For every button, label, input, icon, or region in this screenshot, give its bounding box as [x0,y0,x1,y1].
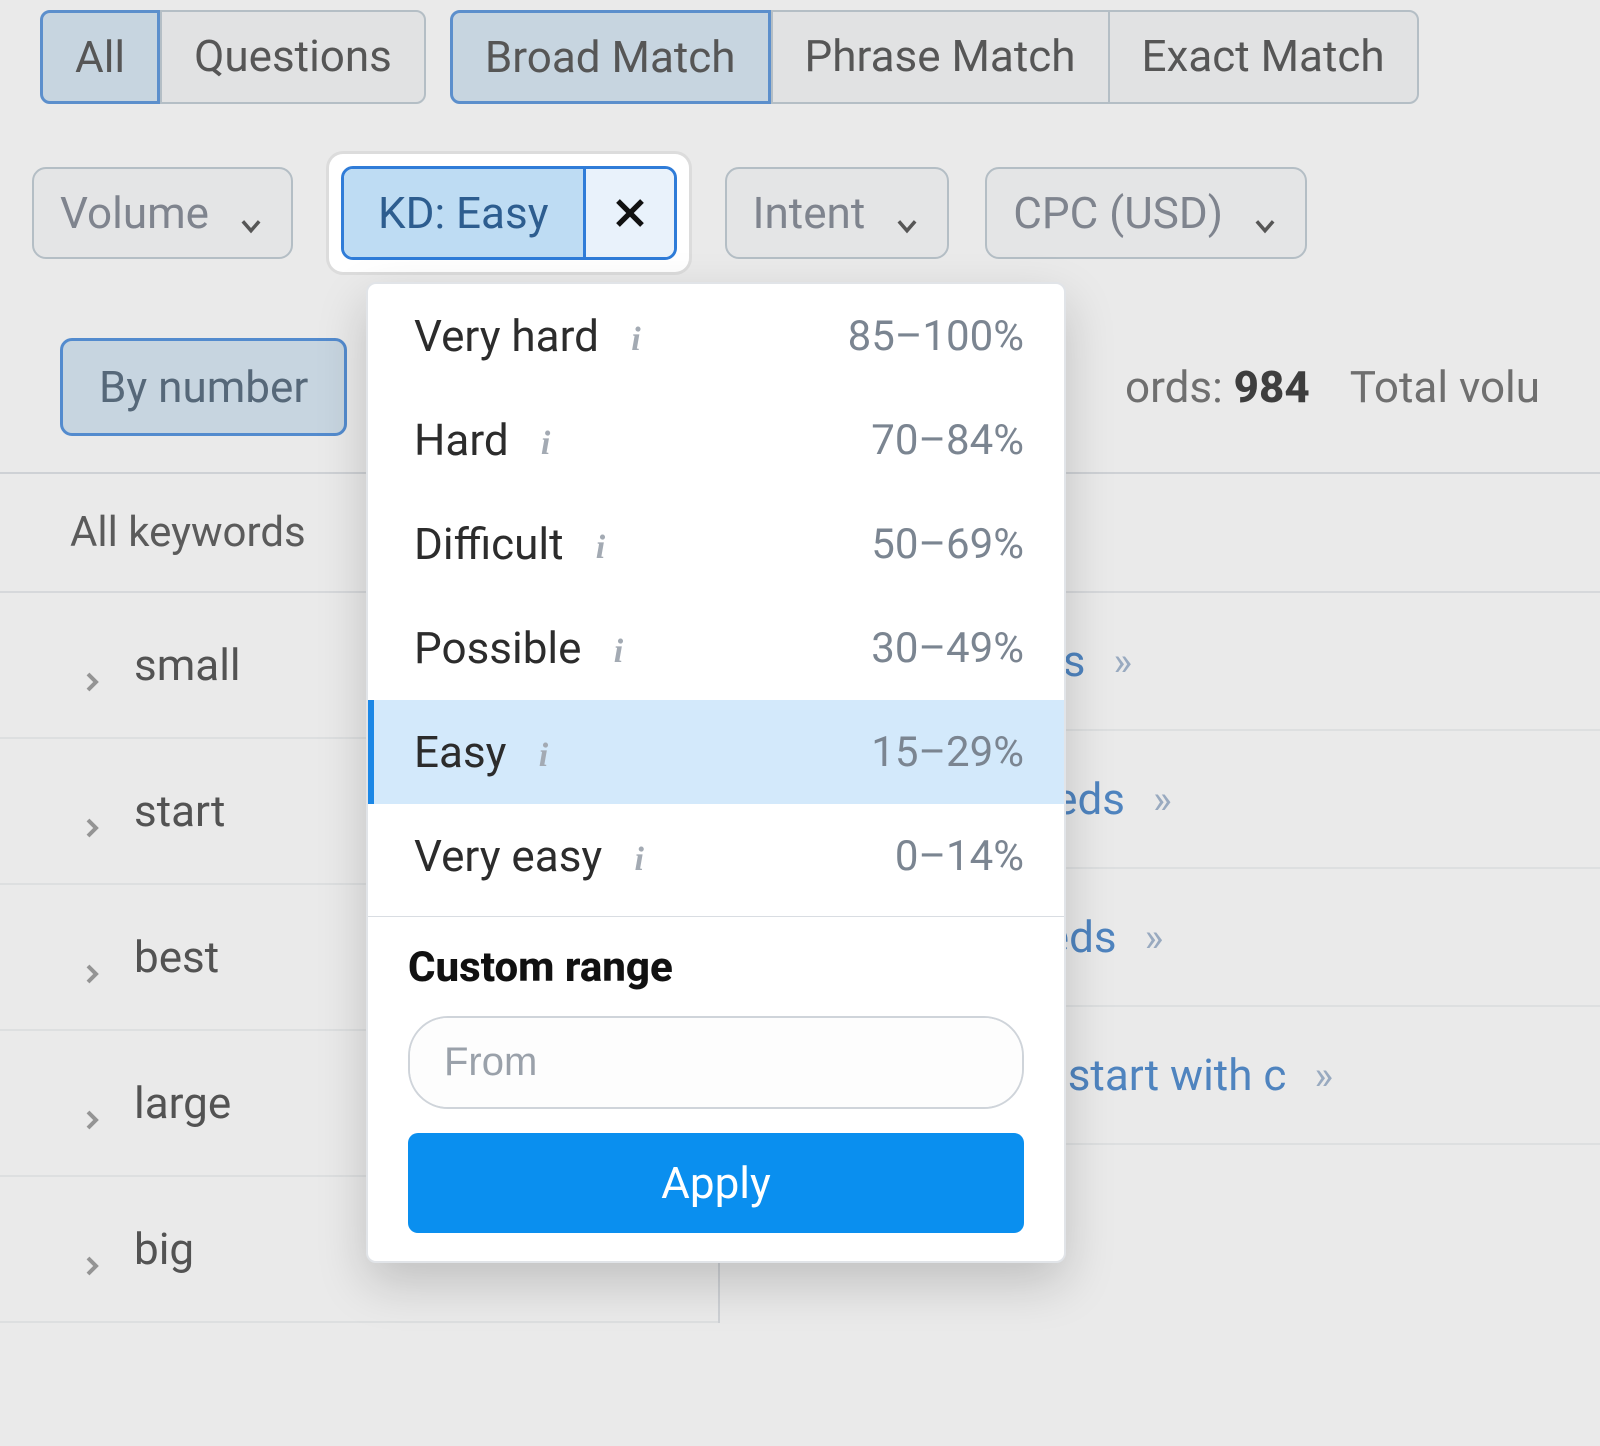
kd-option-very-hard[interactable]: Very hard i 85–100% [368,284,1064,388]
filter-cpc-label: CPC (USD) [1013,187,1223,239]
info-icon[interactable]: i [531,425,561,455]
info-icon[interactable]: i [624,841,654,871]
kd-option-easy[interactable]: Easyi 15–29% [368,700,1064,804]
by-number-button[interactable]: By number [60,338,347,436]
custom-range-inputs [408,1016,1024,1109]
filter-row: Volume KD: Easy Intent CPC (USD) [0,114,1600,302]
filter-volume[interactable]: Volume [32,167,293,259]
filter-kd[interactable]: KD: Easy [344,169,586,257]
chevron-down-icon [237,199,265,227]
chevron-right-icon [80,653,104,677]
tab-group-match: Broad Match Phrase Match Exact Match [450,10,1419,104]
keyword-group-label: small [134,639,241,691]
filter-kd-clear[interactable] [586,169,674,257]
info-icon[interactable]: i [528,737,558,767]
double-chevron-icon: » [1145,914,1156,961]
kd-option-label: Easy [414,726,506,778]
chevron-right-icon [80,1237,104,1261]
kd-option-difficult[interactable]: Difficult i 50–69% [368,492,1064,596]
kd-option-label: Difficult [414,518,564,570]
keyword-group-label: start [134,785,225,837]
kd-option-label: Very easy [414,830,602,882]
kd-option-range: 70–84% [871,416,1024,465]
kd-option-hard[interactable]: Hardi 70–84% [368,388,1064,492]
info-icon[interactable]: i [603,633,633,663]
filter-intent[interactable]: Intent [725,167,950,259]
custom-range-title: Custom range [368,925,1064,1016]
chevron-right-icon [80,799,104,823]
kd-option-range: 0–14% [895,832,1024,881]
tab-questions[interactable]: Questions [160,10,426,104]
kd-option-very-easy[interactable]: Very easy i 0–14% [368,804,1064,908]
double-chevron-icon: » [1153,776,1164,823]
kd-option-range: 15–29% [871,728,1024,777]
kd-option-possible[interactable]: Possible i 30–49% [368,596,1064,700]
tab-phrase-match[interactable]: Phrase Match [771,10,1108,104]
chevron-down-icon [893,199,921,227]
custom-range-from[interactable] [410,1018,993,1107]
double-chevron-icon: » [1314,1052,1325,1099]
tab-broad-match[interactable]: Broad Match [450,10,771,104]
keywords-stat: ords: 984 [1125,361,1310,413]
chevron-right-icon [80,945,104,969]
kd-option-range: 50–69% [871,520,1024,569]
chevron-down-icon [1251,199,1279,227]
keyword-group-label: large [134,1077,231,1129]
info-icon[interactable]: i [586,529,616,559]
kd-option-label: Possible [414,622,581,674]
custom-range-to[interactable] [993,1018,1024,1107]
kd-option-label: Hard [414,414,509,466]
total-volume-stat: Total volu [1350,361,1540,413]
chevron-right-icon [80,1091,104,1115]
filter-kd-wrapper: KD: Easy [329,154,689,272]
keyword-group-label: best [134,931,219,983]
kd-option-range: 30–49% [871,624,1024,673]
kd-option-range: 85–100% [848,312,1024,361]
double-chevron-icon: » [1113,638,1124,685]
kd-dropdown: Very hardi 85–100% Hardi 70–84% Difficul… [366,282,1066,1263]
close-icon [612,195,648,231]
filter-cpc[interactable]: CPC (USD) [985,167,1307,259]
apply-button[interactable]: Apply [408,1133,1024,1233]
kd-option-label: Very hard [414,310,599,362]
filter-intent-label: Intent [753,187,866,239]
divider [368,916,1064,917]
filter-volume-label: Volume [60,187,209,239]
tab-exact-match[interactable]: Exact Match [1108,10,1419,104]
info-icon[interactable]: i [621,321,651,351]
tab-group-scope: All Questions [40,10,426,104]
keyword-group-label: big [134,1223,194,1275]
match-type-tabs: All Questions Broad Match Phrase Match E… [0,0,1600,114]
tab-all[interactable]: All [40,10,160,104]
